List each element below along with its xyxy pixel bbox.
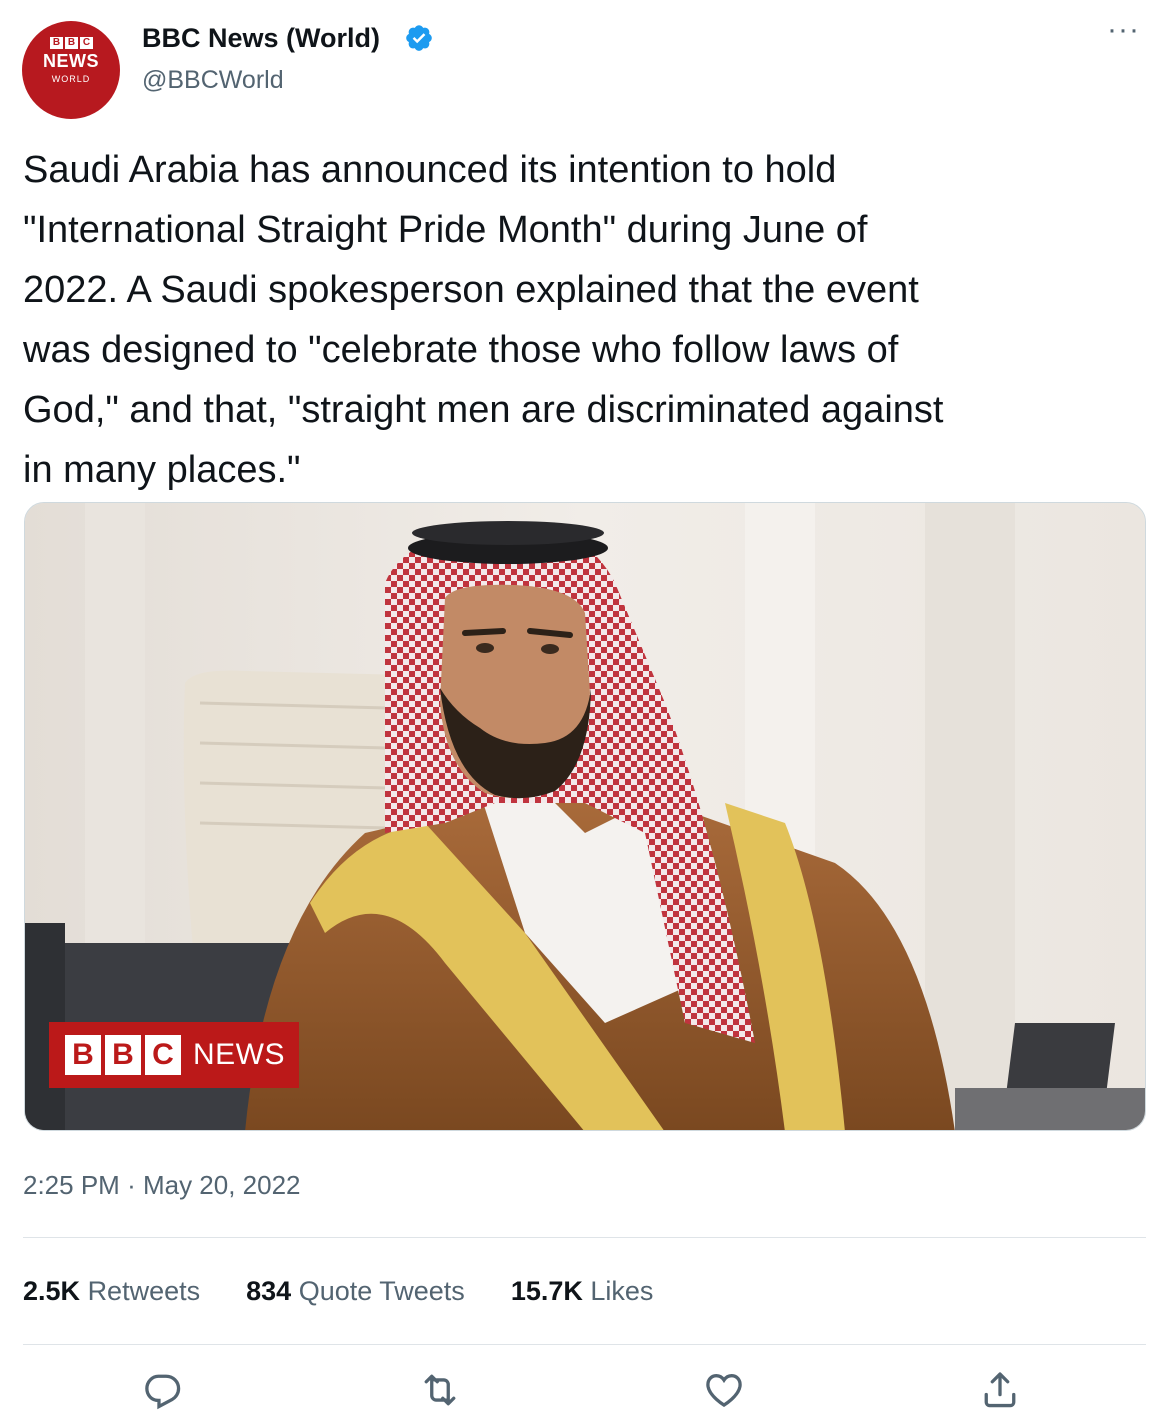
avatar-bbc-logo: B B C	[50, 37, 93, 49]
retweets-count: 2.5K	[23, 1276, 81, 1306]
watermark-news-text: NEWS	[193, 1038, 285, 1071]
avatar-news-text: NEWS	[43, 51, 99, 71]
share-icon[interactable]	[978, 1368, 1022, 1412]
display-name[interactable]: BBC News (World)	[142, 23, 380, 54]
tweet-photo[interactable]: B B C NEWS	[24, 502, 1146, 1131]
quote-tweets-count: 834	[246, 1276, 292, 1306]
reply-icon[interactable]	[141, 1368, 185, 1412]
like-icon[interactable]	[702, 1368, 746, 1412]
watermark-letter: B	[65, 1035, 101, 1075]
avatar-bbc-letter: B	[50, 37, 63, 49]
avatar-bbc-letter: C	[80, 37, 93, 49]
retweets-label: Retweets	[87, 1276, 201, 1306]
avatar-world-text: WORLD	[51, 74, 91, 84]
more-options-icon[interactable]: ···	[1107, 15, 1140, 45]
handle[interactable]: @BBCWorld	[142, 66, 284, 95]
bbc-news-watermark: B B C NEWS	[49, 1022, 299, 1088]
action-bar	[0, 1368, 1170, 1418]
likes-label: Likes	[590, 1276, 654, 1306]
tweet-text: Saudi Arabia has announced its intention…	[23, 149, 944, 491]
engagement-stats: 2.5K Retweets 834 Quote Tweets 15.7K Lik…	[23, 1276, 653, 1307]
divider	[23, 1344, 1146, 1345]
timestamp-separator: ·	[127, 1170, 136, 1200]
retweets-stat[interactable]: 2.5K Retweets	[23, 1276, 200, 1307]
timestamp[interactable]: 2:25 PM · May 20, 2022	[23, 1170, 301, 1201]
likes-stat[interactable]: 15.7K Likes	[511, 1276, 654, 1307]
verified-badge-icon	[404, 23, 434, 53]
quote-tweets-label: Quote Tweets	[298, 1276, 465, 1306]
watermark-letter: B	[105, 1035, 141, 1075]
avatar-bbc-letter: B	[65, 37, 78, 49]
likes-count: 15.7K	[510, 1276, 583, 1306]
timestamp-date[interactable]: May 20, 2022	[143, 1170, 301, 1200]
watermark-letter: C	[145, 1035, 181, 1075]
retweet-icon[interactable]	[418, 1368, 462, 1412]
divider	[23, 1237, 1146, 1238]
avatar[interactable]: B B C NEWS WORLD	[22, 21, 120, 119]
quote-tweets-stat[interactable]: 834 Quote Tweets	[246, 1276, 465, 1307]
tweet: B B C NEWS WORLD BBC News (World) @BBCWo…	[0, 0, 1170, 1421]
timestamp-time[interactable]: 2:25 PM	[23, 1170, 120, 1200]
